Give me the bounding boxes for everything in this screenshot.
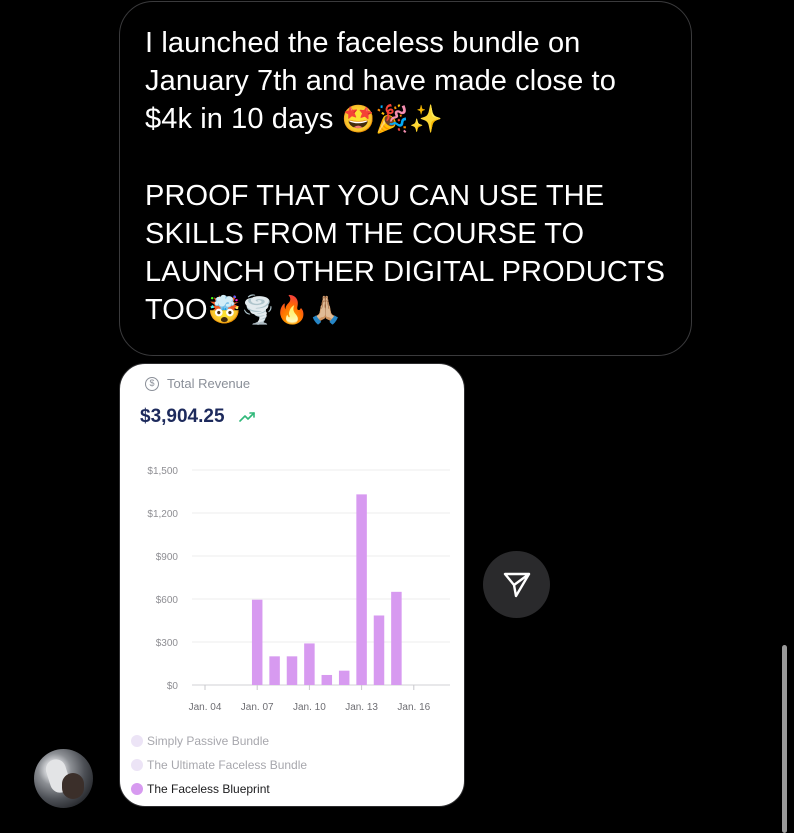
scrollbar[interactable]: [782, 645, 787, 833]
emoji-group: 🤯🌪️🔥🙏🏼: [207, 295, 343, 326]
share-button[interactable]: [483, 551, 550, 618]
x-tick-label: Jan. 10: [293, 702, 326, 713]
y-tick-label: $300: [156, 638, 179, 649]
message-bubble[interactable]: I launched the faceless bundle on Januar…: [119, 1, 692, 356]
legend-item: The Ultimate Faceless Bundle: [131, 753, 307, 777]
legend-item: The Faceless Blueprint: [131, 777, 307, 801]
chart-bar: [373, 615, 385, 685]
x-tick-label: Jan. 16: [397, 702, 430, 713]
legend-label: The Faceless Blueprint: [147, 782, 270, 796]
chart-bar: [304, 643, 315, 685]
y-tick-label: $0: [167, 681, 179, 692]
x-tick-label: Jan. 13: [345, 702, 378, 713]
chart-bar: [269, 656, 280, 685]
chart-bar: [321, 674, 333, 685]
legend-swatch: [131, 759, 143, 771]
y-tick-label: $900: [156, 552, 179, 563]
message-line: TOO🤯🌪️🔥🙏🏼: [145, 294, 343, 326]
legend-label: Simply Passive Bundle: [147, 734, 270, 748]
avatar-figure: [62, 773, 84, 799]
chart-bar: [338, 670, 350, 685]
y-tick-label: $600: [156, 595, 179, 606]
screenshot-image-message[interactable]: $ Total Revenue $3,904.25 $0 $300 $600 $900…: [119, 363, 465, 807]
message-line: $4k in 10 days 🤩🎉✨: [145, 103, 443, 135]
chart-bar: [251, 599, 263, 685]
y-tick-label: $1,200: [147, 509, 178, 520]
chart-bar: [286, 656, 298, 685]
message-line: LAUNCH OTHER DIGITAL PRODUCTS: [145, 256, 666, 288]
chart-bar: [391, 591, 402, 685]
send-icon: [503, 572, 530, 597]
emoji-group: 🤩🎉✨: [341, 104, 443, 135]
y-tick-label: $1,500: [147, 466, 178, 477]
x-tick-label: Jan. 07: [241, 702, 274, 713]
message-line: January 7th and have made close to: [145, 65, 616, 97]
message-line: PROOF THAT YOU CAN USE THE: [145, 180, 605, 212]
avatar[interactable]: [34, 749, 93, 808]
chat-thread: I launched the faceless bundle on Januar…: [0, 0, 794, 833]
chart-bar: [356, 494, 367, 685]
legend-swatch: [131, 735, 143, 747]
message-line: SKILLS FROM THE COURSE TO: [145, 218, 585, 250]
message-line: I launched the faceless bundle on: [145, 27, 581, 59]
legend-label: The Ultimate Faceless Bundle: [147, 758, 308, 772]
x-tick-label: Jan. 04: [189, 702, 222, 713]
chart-legend: Simply Passive Bundle The Ultimate Facel…: [131, 729, 307, 801]
legend-item: Simply Passive Bundle: [131, 729, 307, 753]
legend-swatch: [131, 783, 143, 795]
